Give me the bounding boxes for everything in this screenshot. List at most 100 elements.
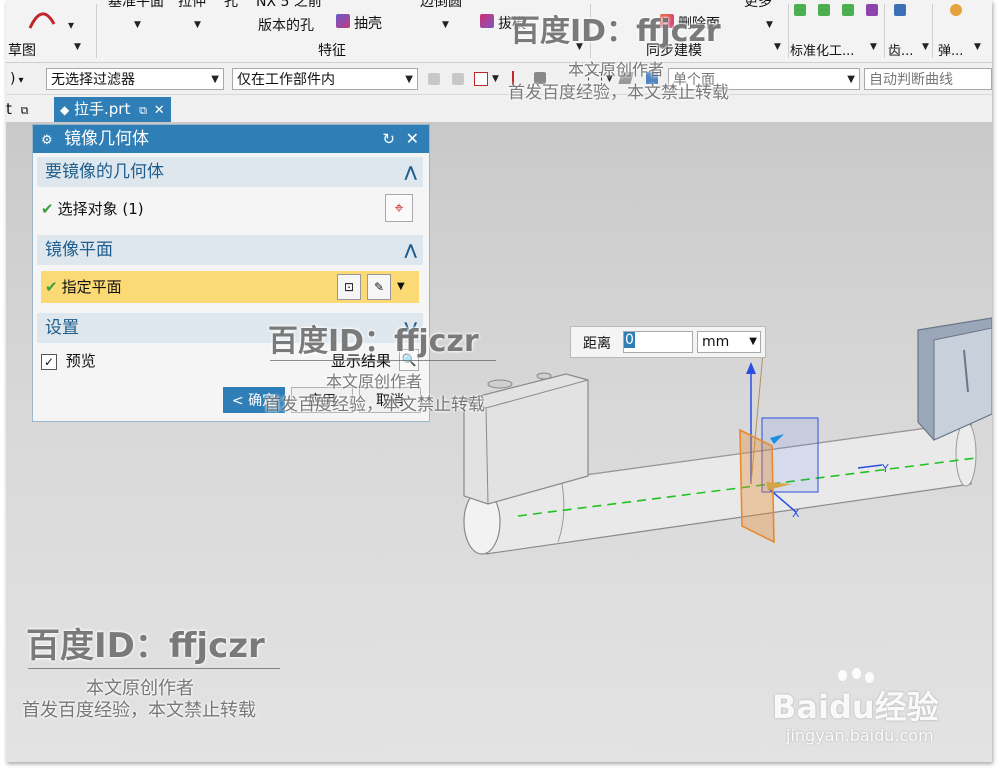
- crosshair-button[interactable]: ⌖: [385, 194, 413, 222]
- section-settings-header[interactable]: 设置 ⋁: [37, 313, 423, 343]
- reset-icon[interactable]: ↻: [382, 125, 395, 153]
- section-plane-header[interactable]: 镜像平面 ⋀: [37, 235, 423, 265]
- close-icon[interactable]: ✕: [406, 125, 419, 153]
- shell-label[interactable]: 抽壳: [354, 13, 382, 33]
- box-select-icon[interactable]: [588, 72, 602, 86]
- gear-group-label[interactable]: 齿...: [888, 40, 913, 59]
- select-object-label: 选择对象 (1): [57, 200, 144, 218]
- ribbon-separator: [590, 4, 591, 58]
- standard-group-label[interactable]: 标准化工...: [790, 40, 854, 59]
- face-rule-combo[interactable]: 单个面 ▼: [668, 68, 860, 90]
- chevron-down-icon: ▼: [211, 74, 219, 85]
- tab-restore-icon[interactable]: ⧉: [139, 104, 147, 117]
- face-rule-icon[interactable]: [618, 72, 634, 84]
- chevron-down-icon: ▼: [847, 74, 855, 85]
- collapse-icon[interactable]: ⋀: [404, 157, 417, 187]
- collapse-icon[interactable]: ⋀: [404, 235, 417, 265]
- sync-group-label: 同步建模: [646, 43, 702, 59]
- ribbon: ▾ 草图 ▼ 基准平面 拉伸 孔 NX 5 之前 边倒圆 更多 ▼ ▼ 版本的孔…: [6, 0, 992, 63]
- edge-blend-label[interactable]: 边倒圆: [420, 0, 462, 11]
- distance-input[interactable]: 0: [623, 331, 693, 353]
- more-label[interactable]: 更多: [744, 0, 772, 11]
- preview-checkbox[interactable]: ✓: [41, 353, 57, 370]
- specify-plane-row[interactable]: ✔ 指定平面 ⊡ ✎ ▼: [41, 271, 419, 303]
- gear-tool-icon[interactable]: [894, 4, 906, 16]
- green-arrow-icon-3[interactable]: [842, 4, 854, 16]
- mirror-geometry-dialog: ⚙ 镜像几何体 ↻ ✕ 要镜像的几何体 ⋀ ✔ 选择对象 (1) ⌖ 镜像平面 ⋀…: [32, 124, 430, 422]
- cancel-button[interactable]: 取消: [359, 387, 421, 413]
- select-tool-icon[interactable]: [512, 71, 526, 85]
- tab-active-file[interactable]: ◆ 拉手.prt ⧉ ✕: [54, 97, 171, 122]
- face-rule-value: 单个面: [673, 72, 715, 88]
- snap-icon[interactable]: [428, 73, 440, 85]
- standard-group-dropdown[interactable]: ▼: [870, 42, 877, 52]
- tab-restore-icon[interactable]: ⧉: [21, 104, 29, 117]
- solid-rule-icon[interactable]: [646, 72, 658, 84]
- point-snap-dropdown[interactable]: ▼: [492, 74, 499, 84]
- gear-group-dropdown[interactable]: ▼: [922, 42, 929, 52]
- select-object-row[interactable]: ✔ 选择对象 (1) ⌖: [41, 193, 419, 225]
- snap-icon-2[interactable]: [452, 73, 464, 85]
- ok-button[interactable]: < 确定: [223, 387, 285, 413]
- feature-group-dropdown[interactable]: ▼: [576, 42, 583, 52]
- unit-combo[interactable]: mm ▼: [697, 331, 761, 353]
- draft-label[interactable]: 拔模: [498, 13, 526, 33]
- box-select-dropdown[interactable]: ▼: [606, 74, 613, 84]
- preview-label: 预览: [65, 352, 96, 370]
- delete-face-icon: [660, 14, 674, 28]
- extrude-dropdown[interactable]: ▼: [194, 20, 201, 30]
- sync-group-dropdown[interactable]: ▼: [774, 42, 781, 52]
- spring-tool-icon[interactable]: [950, 4, 962, 16]
- nx5-hole-label-2[interactable]: 版本的孔: [258, 15, 314, 35]
- part-file-icon: ◆: [60, 103, 70, 117]
- plane-type-dropdown[interactable]: ▼: [397, 271, 405, 303]
- watermark-underline: [270, 360, 496, 361]
- expand-icon[interactable]: ⋁: [404, 313, 417, 343]
- curve-rule-combo[interactable]: 自动判断曲线: [864, 68, 992, 90]
- tab-previous[interactable]: t ⧉: [6, 97, 29, 122]
- sketch-group-label: 草图: [8, 43, 36, 59]
- plane-select-button[interactable]: ⊡: [337, 274, 361, 300]
- delete-face-label[interactable]: 删除面: [678, 13, 720, 33]
- section-geometry-header[interactable]: 要镜像的几何体 ⋀: [37, 157, 423, 187]
- nx-window: ▾ 草图 ▼ 基准平面 拉伸 孔 NX 5 之前 边倒圆 更多 ▼ ▼ 版本的孔…: [6, 0, 992, 762]
- sketch-arc-icon[interactable]: [24, 2, 64, 32]
- point-snap-icon[interactable]: [474, 72, 488, 86]
- type-filter-combo[interactable]: 无选择过滤器 ▼: [46, 68, 224, 90]
- file-tabs: t ⧉ ◆ 拉手.prt ⧉ ✕: [6, 95, 992, 122]
- preview-row: ✓ 预览 显示结果 🔍: [41, 345, 419, 377]
- hole-label[interactable]: 孔: [224, 0, 238, 11]
- scope-combo[interactable]: 仅在工作部件内 ▼: [232, 68, 418, 90]
- quick-access-dropdown[interactable]: ▾: [68, 18, 74, 32]
- selection-filter-bar: ) ▾ 无选择过滤器 ▼ 仅在工作部件内 ▼ ▼ ▼ 单个面 ▼ 自动判断曲线: [6, 64, 992, 95]
- selection-mode-combo[interactable]: ) ▾: [6, 68, 34, 90]
- green-arrow-icon-2[interactable]: [818, 4, 830, 16]
- delete-face-dropdown[interactable]: ▼: [766, 20, 773, 30]
- datum-plane-label[interactable]: 基准平面: [108, 0, 164, 11]
- spring-group-dropdown[interactable]: ▼: [974, 42, 981, 52]
- draft-icon: [480, 14, 494, 28]
- apply-button[interactable]: 应用: [291, 387, 353, 413]
- unit-value: mm: [702, 334, 730, 350]
- purple-tool-icon[interactable]: [866, 4, 878, 16]
- tab-close-icon[interactable]: ✕: [154, 103, 165, 118]
- spring-group-label[interactable]: 弹...: [938, 40, 963, 59]
- selection-mode-value: ): [10, 71, 16, 87]
- plane-dialog-button[interactable]: ✎: [367, 274, 391, 300]
- ribbon-separator: [932, 4, 933, 58]
- datum-dropdown[interactable]: ▼: [134, 20, 141, 30]
- green-arrow-icon[interactable]: [794, 4, 806, 16]
- blend-dropdown[interactable]: ▼: [442, 20, 449, 30]
- tab-previous-label: t: [6, 100, 12, 118]
- shell-icon: [336, 14, 350, 28]
- ribbon-separator: [884, 4, 885, 58]
- section-settings-title: 设置: [45, 318, 79, 338]
- nx5-hole-label[interactable]: NX 5 之前: [256, 0, 322, 11]
- extrude-label[interactable]: 拉伸: [178, 0, 206, 11]
- check-icon: ✔: [41, 200, 54, 218]
- filter-tool-icon[interactable]: [534, 72, 546, 84]
- sketch-group-dropdown[interactable]: ▼: [74, 42, 81, 52]
- chevron-down-icon: ▼: [749, 336, 757, 347]
- section-plane-title: 镜像平面: [45, 240, 113, 260]
- show-result-label[interactable]: 显示结果: [331, 345, 391, 377]
